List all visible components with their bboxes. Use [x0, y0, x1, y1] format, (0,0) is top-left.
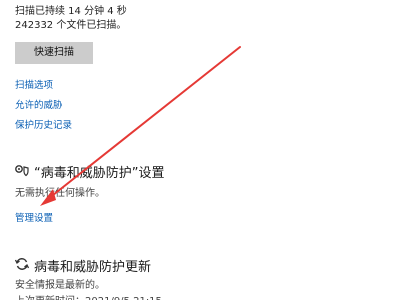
allowed-threats-link[interactable]: 允许的威胁	[15, 97, 63, 111]
updates-description: 安全情报是最新的。	[15, 280, 105, 291]
scanned-files-text: 242332 个文件已扫描。	[15, 20, 127, 31]
updates-section-title: 病毒和威胁防护更新	[34, 260, 152, 275]
settings-section-title: “病毒和威胁防护”设置	[34, 166, 165, 181]
settings-description: 无需执行任何操作。	[15, 188, 105, 199]
protection-history-link[interactable]: 保护历史记录	[15, 117, 72, 131]
quick-scan-button[interactable]: 快速扫描	[15, 42, 93, 64]
scan-duration-text: 扫描已持续 14 分钟 4 秒	[15, 6, 127, 17]
gear-shield-icon	[15, 165, 29, 177]
refresh-icon	[14, 258, 30, 270]
last-update-text: 上次更新时间：2021/9/5 21:15	[15, 292, 162, 300]
virus-threat-protection-page: 扫描已持续 14 分钟 4 秒 242332 个文件已扫描。 快速扫描 扫描选项…	[0, 0, 400, 300]
scan-options-link[interactable]: 扫描选项	[15, 77, 53, 91]
manage-settings-link[interactable]: 管理设置	[15, 210, 53, 224]
